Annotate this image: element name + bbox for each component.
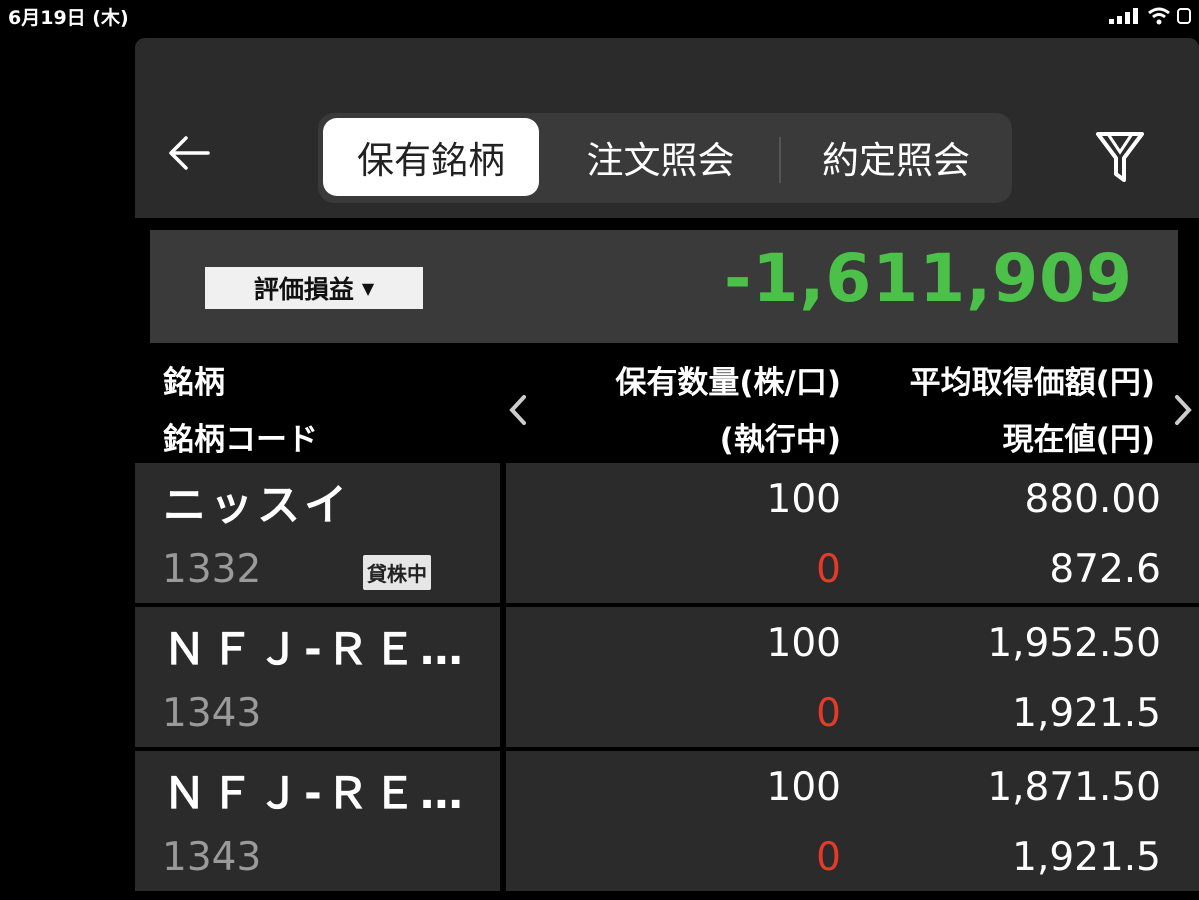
tab-order-inquiry[interactable]: 注文照会: [548, 118, 773, 196]
holding-qty: 100: [766, 621, 841, 666]
holding-code: 1343: [162, 835, 262, 880]
holding-row[interactable]: ＮＦＪ-ＲＥ… 1343 100 0 1,952.50 1,921.5: [135, 607, 1199, 747]
holding-values-cell: 100 0 880.00 872.6: [506, 463, 1199, 603]
holding-values-cell: 100 0 1,952.50 1,921.5: [506, 607, 1199, 747]
holding-avg-price: 1,871.50: [987, 765, 1161, 810]
status-time: 6月19日 (木): [8, 7, 129, 29]
holding-qty: 100: [766, 765, 841, 810]
holding-current-price: 872.6: [1049, 547, 1161, 592]
holding-code: 1332: [162, 547, 262, 592]
holding-avg-price: 1,952.50: [987, 621, 1161, 666]
holding-executing: 0: [816, 691, 841, 736]
holding-row[interactable]: ＮＦＪ-ＲＥ… 1343 100 0 1,871.50 1,921.5: [135, 751, 1199, 891]
caret-down-icon: ▼: [361, 278, 375, 298]
col-current-price: 現在値(円): [1002, 422, 1155, 458]
holding-name-cell: ＮＦＪ-ＲＥ… 1343: [135, 751, 500, 891]
tab-execution-inquiry[interactable]: 約定照会: [786, 118, 1006, 196]
holding-current-price: 1,921.5: [1012, 691, 1161, 736]
col-name: 銘柄: [163, 365, 225, 401]
tab-order-inquiry-label: 注文照会: [586, 139, 735, 182]
tab-divider: [779, 137, 781, 183]
tab-switcher: 保有銘柄 注文照会 約定照会: [318, 113, 1012, 203]
holding-values-cell: 100 0 1,871.50 1,921.5: [506, 751, 1199, 891]
profit-loss-summary: 評価損益 ▼ -1,611,909: [150, 230, 1178, 343]
tab-execution-inquiry-label: 約定照会: [822, 139, 970, 182]
holding-code: 1343: [162, 691, 262, 736]
wifi-icon: [1148, 7, 1170, 25]
status-bar: 6月19日 (木): [0, 0, 1199, 32]
holding-row[interactable]: ニッスイ 1332 貸株中 100 0 880.00 872.6: [135, 463, 1199, 603]
filter-icon: [1096, 132, 1144, 182]
tab-holdings[interactable]: 保有銘柄: [323, 118, 539, 196]
back-arrow-icon: [169, 136, 210, 170]
filter-button[interactable]: [1090, 125, 1150, 187]
holding-current-price: 1,921.5: [1012, 835, 1161, 880]
col-executing: (執行中): [719, 422, 841, 458]
holding-executing: 0: [816, 835, 841, 880]
col-code: 銘柄コード: [163, 422, 318, 458]
holding-executing: 0: [816, 547, 841, 592]
chevron-right-icon[interactable]: [1171, 393, 1195, 427]
app-window: 保有銘柄 注文照会 約定照会 評価損益 ▼ -1,611,909 銘柄 銘柄コー: [135, 38, 1199, 900]
holding-name: ニッスイ: [163, 481, 351, 531]
header-bar: 保有銘柄 注文照会 約定照会: [135, 38, 1199, 218]
back-button[interactable]: [163, 131, 215, 175]
col-avg-price: 平均取得価額(円): [909, 365, 1155, 401]
holding-name-cell: ニッスイ 1332 貸株中: [135, 463, 500, 603]
holding-avg-price: 880.00: [1024, 477, 1161, 522]
profit-loss-value: -1,611,909: [724, 240, 1133, 317]
holding-qty: 100: [766, 477, 841, 522]
chevron-left-icon[interactable]: [506, 393, 530, 427]
status-icons: [1109, 6, 1191, 26]
profit-loss-dropdown-label: 評価損益: [253, 275, 354, 304]
tab-holdings-label: 保有銘柄: [357, 139, 505, 182]
battery-icon: [1177, 8, 1191, 24]
holding-name: ＮＦＪ-ＲＥ…: [163, 625, 467, 675]
profit-loss-dropdown[interactable]: 評価損益 ▼: [205, 267, 423, 309]
signal-icon: [1109, 8, 1138, 24]
holding-name: ＮＦＪ-ＲＥ…: [163, 769, 467, 819]
lending-badge: 貸株中: [363, 555, 431, 590]
holding-name-cell: ＮＦＪ-ＲＥ… 1343: [135, 607, 500, 747]
col-qty: 保有数量(株/口): [615, 365, 841, 401]
column-header: 銘柄 銘柄コード 保有数量(株/口) (執行中) 平均取得価額(円) 現在値(円…: [135, 343, 1199, 463]
